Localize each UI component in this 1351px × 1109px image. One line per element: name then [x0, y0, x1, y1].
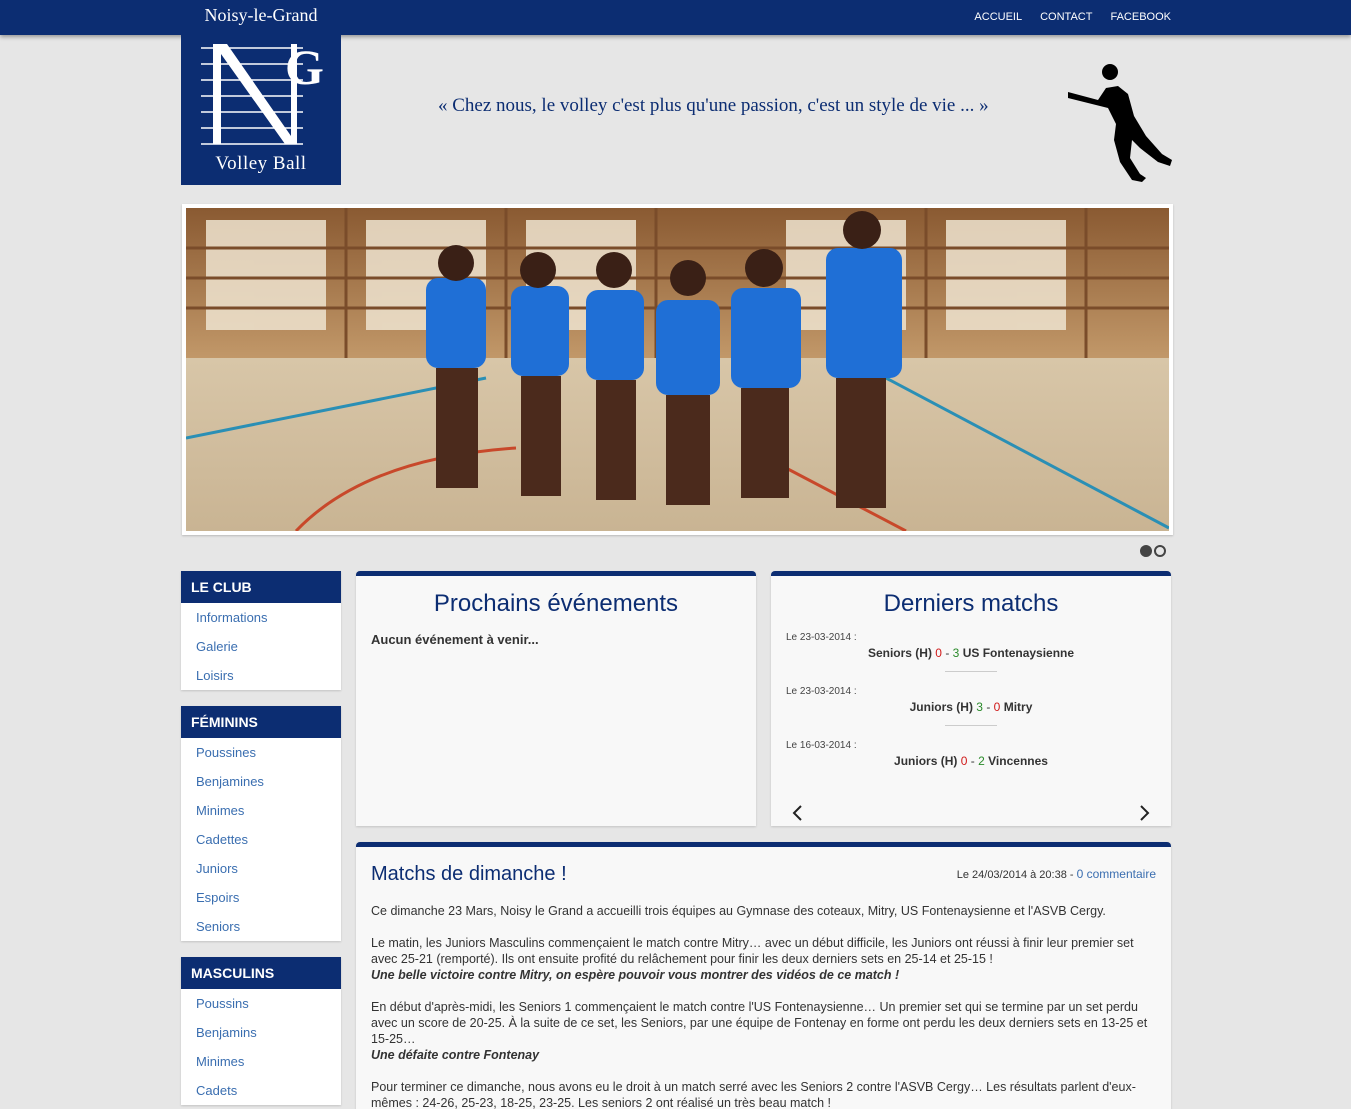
match-item: Le 23-03-2014 : Juniors (H) 3 - 0 Mitry [771, 686, 1171, 726]
match-away: US Fontenaysienne [962, 646, 1075, 660]
volleyball-player-icon [1068, 64, 1172, 182]
article-paragraph: Pour terminer ce dimanche, nous avons eu… [371, 1080, 1136, 1109]
sidebar-item-benjamins[interactable]: Benjamins [181, 1018, 341, 1047]
article-panel: Matchs de dimanche ! Le 24/03/2014 à 20:… [356, 842, 1171, 1109]
chevron-left-icon[interactable] [791, 804, 805, 822]
logo-subtitle: Volley Ball [215, 153, 307, 174]
sidebar-item-galerie[interactable]: Galerie [181, 632, 341, 661]
sidebar-item-benjamines[interactable]: Benjamines [181, 767, 341, 796]
top-nav: ACCUEIL CONTACT FACEBOOK [974, 11, 1171, 23]
match-score-sep: - [986, 700, 991, 714]
sidebar: LE CLUB Informations Galerie Loisirs FÉM… [181, 571, 341, 1109]
matches-title: Derniers matchs [883, 590, 1059, 617]
match-home: Seniors (H) [867, 646, 932, 660]
match-away-score: 0 [993, 700, 1001, 714]
match-date: Le 23-03-2014 : [786, 632, 857, 643]
chevron-right-icon[interactable] [1137, 804, 1151, 822]
match-away-score: 3 [952, 646, 960, 660]
match-home: Juniors (H) [909, 700, 973, 714]
sidebar-heading: MASCULINS [181, 957, 341, 989]
match-away: Vincennes [988, 754, 1048, 768]
matches-panel: Derniers matchs Le 23-03-2014 : Seniors … [771, 571, 1171, 826]
nav-contact[interactable]: CONTACT [1040, 11, 1092, 23]
ng-logo-icon: G [201, 40, 323, 145]
article-emphasis: Une belle victoire contre Mitry, on espè… [371, 968, 900, 982]
svg-text:G: G [285, 40, 323, 95]
match-away-score: 2 [978, 754, 985, 768]
match-result: Juniors (H) 0 - 2 Vincennes [786, 754, 1156, 768]
match-divider [945, 725, 997, 726]
article-paragraph: Ce dimanche 23 Mars, Noisy le Grand a ac… [371, 904, 1106, 918]
match-score-sep: - [945, 646, 950, 660]
article-paragraph: En début d'après-midi, les Seniors 1 com… [371, 999, 1156, 1063]
nav-facebook[interactable]: FACEBOOK [1110, 11, 1171, 23]
match-home-score: 0 [960, 754, 968, 768]
sidebar-item-minimes-m[interactable]: Minimes [181, 1047, 341, 1076]
article-text: Le matin, les Juniors Masculins commença… [371, 936, 1134, 966]
article-emphasis: Une défaite contre Fontenay [371, 1048, 540, 1062]
sidebar-item-poussins[interactable]: Poussins [181, 989, 341, 1018]
article-title[interactable]: Matchs de dimanche ! [371, 863, 567, 886]
match-result: Seniors (H) 0 - 3 US Fontenaysienne [786, 646, 1156, 660]
article-meta: Le 24/03/2014 à 20:38 - 0 commentaire [957, 867, 1156, 881]
sidebar-item-minimes-f[interactable]: Minimes [181, 796, 341, 825]
article-body: Ce dimanche 23 Mars, Noisy le Grand a ac… [371, 903, 1156, 1109]
sidebar-item-poussines[interactable]: Poussines [181, 738, 341, 767]
slider-dot-1[interactable] [1140, 545, 1152, 557]
match-home-score: 0 [935, 646, 942, 660]
logo-city: Noisy-le-Grand [204, 5, 318, 25]
match-item: Le 23-03-2014 : Seniors (H) 0 - 3 US Fon… [771, 632, 1171, 672]
sidebar-block-club: LE CLUB Informations Galerie Loisirs [181, 571, 341, 690]
sidebar-item-cadets[interactable]: Cadets [181, 1076, 341, 1105]
match-score-sep: - [970, 754, 975, 768]
sidebar-item-cadettes[interactable]: Cadettes [181, 825, 341, 854]
site-logo[interactable]: Noisy-le-Grand G Volley Ball [181, 0, 341, 185]
sidebar-heading: LE CLUB [181, 571, 341, 603]
slogan: « Chez nous, le volley c'est plus qu'une… [438, 95, 989, 116]
slider-dots [1140, 545, 1166, 557]
events-title: Prochains événements [433, 590, 679, 617]
article-text: En début d'après-midi, les Seniors 1 com… [371, 1000, 1148, 1046]
match-result: Juniors (H) 3 - 0 Mitry [786, 700, 1156, 714]
match-home-score: 3 [976, 700, 983, 714]
sidebar-item-juniors-f[interactable]: Juniors [181, 854, 341, 883]
events-empty-text: Aucun événement à venir... [371, 632, 539, 647]
sidebar-item-espoirs[interactable]: Espoirs [181, 883, 341, 912]
match-date: Le 16-03-2014 : [786, 740, 857, 751]
sidebar-item-informations[interactable]: Informations [181, 603, 341, 632]
sidebar-block-masculins: MASCULINS Poussins Benjamins Minimes Cad… [181, 957, 341, 1105]
sidebar-item-loisirs[interactable]: Loisirs [181, 661, 341, 690]
sidebar-item-seniors-f[interactable]: Seniors [181, 912, 341, 941]
article-comments-link[interactable]: 0 commentaire [1077, 867, 1156, 881]
slider-dot-2[interactable] [1154, 545, 1166, 557]
team-photo [186, 208, 1169, 531]
nav-accueil[interactable]: ACCUEIL [974, 11, 1022, 23]
match-divider [945, 671, 997, 672]
article-date: Le 24/03/2014 à 20:38 - [956, 869, 1074, 881]
sidebar-heading: FÉMININS [181, 706, 341, 738]
match-date: Le 23-03-2014 : [786, 686, 857, 697]
sidebar-block-feminins: FÉMININS Poussines Benjamines Minimes Ca… [181, 706, 341, 941]
events-panel: Prochains événements Aucun événement à v… [356, 571, 756, 826]
slide-team-photo [186, 208, 1169, 531]
match-home: Juniors (H) [894, 754, 958, 768]
article-paragraph: Le matin, les Juniors Masculins commença… [371, 935, 1156, 983]
photo-slider[interactable] [182, 204, 1173, 535]
match-away: Mitry [1003, 700, 1033, 714]
match-item: Le 16-03-2014 : Juniors (H) 0 - 2 Vincen… [771, 740, 1171, 768]
